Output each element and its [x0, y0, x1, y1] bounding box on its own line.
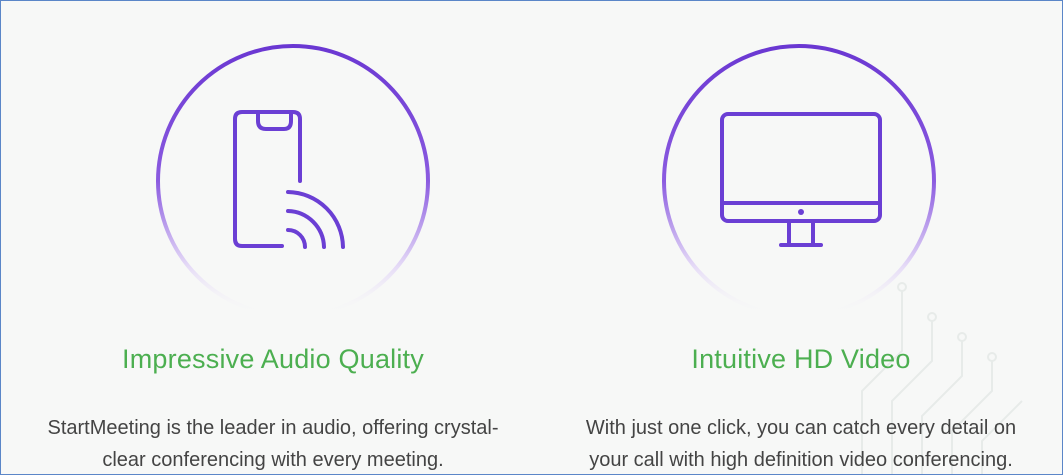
- feature-title: Intuitive HD Video: [691, 344, 911, 374]
- feature-description: With just one click, you can catch every…: [551, 412, 1051, 474]
- feature-description-line: With just one click, you can catch every…: [585, 417, 1017, 439]
- video-icon-circle: [659, 41, 939, 321]
- features-section: Impressive Audio Quality StartMeeting is…: [0, 0, 1063, 475]
- feature-title: Impressive Audio Quality: [122, 344, 424, 374]
- audio-icon-circle: [153, 41, 433, 321]
- feature-description-line: your call with high definition video con…: [589, 449, 1013, 471]
- phone-sound-icon: [233, 110, 345, 249]
- monitor-icon: [720, 112, 882, 247]
- feature-description-line: StartMeeting is the leader in audio, off…: [47, 417, 499, 439]
- feature-description: StartMeeting is the leader in audio, off…: [23, 412, 523, 474]
- feature-description-line: clear conferencing with every meeting.: [102, 449, 444, 471]
